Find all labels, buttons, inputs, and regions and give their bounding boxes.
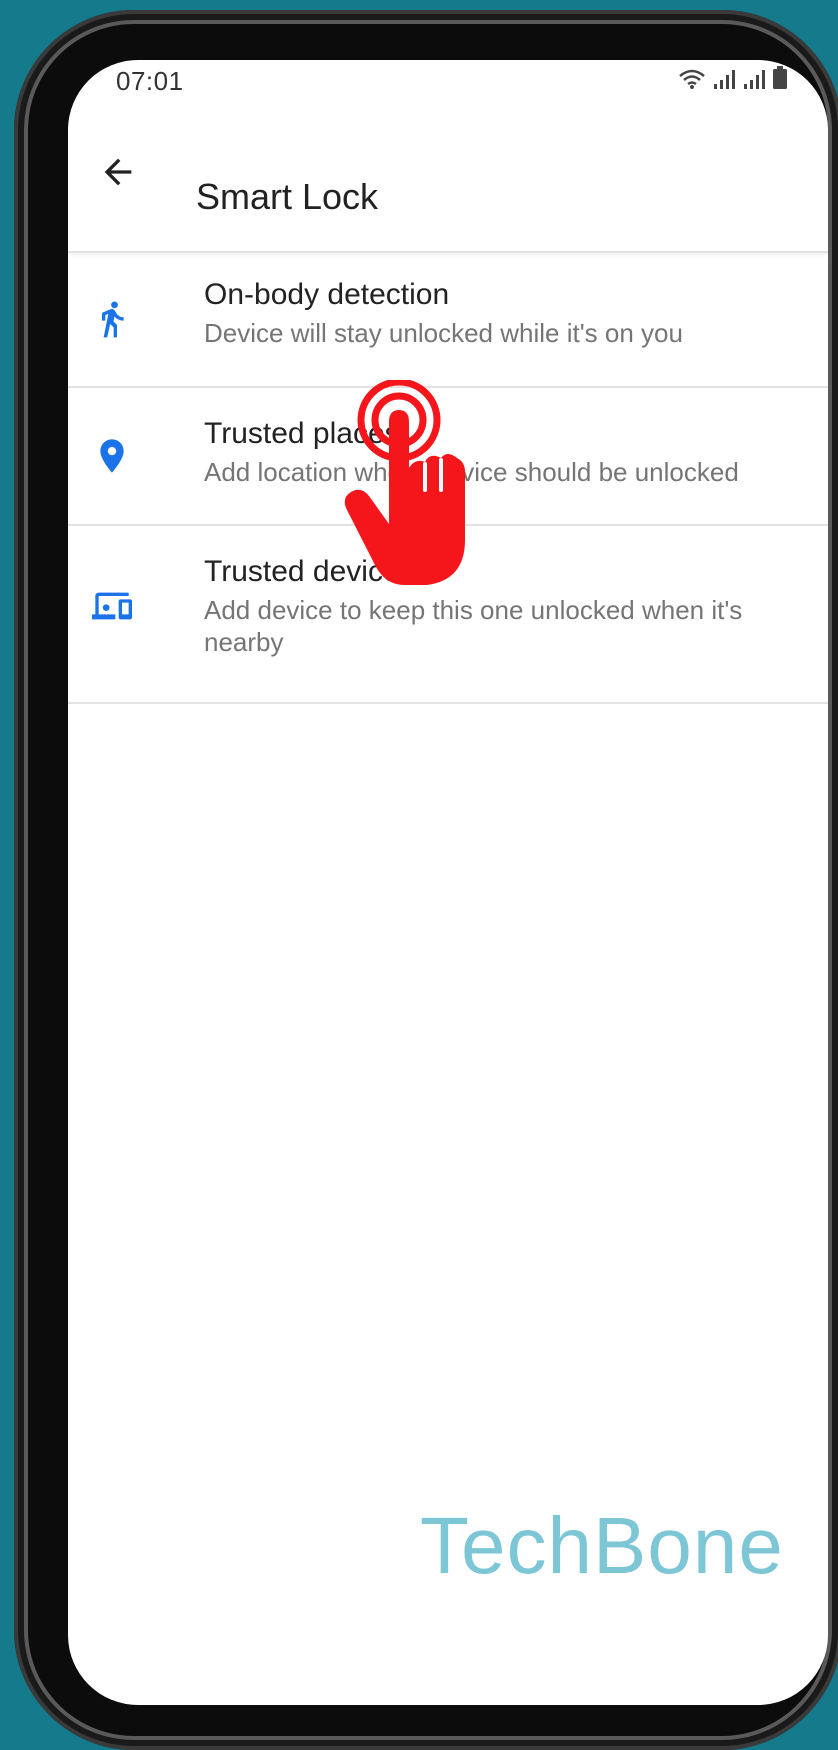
status-icons — [678, 66, 788, 90]
wifi-icon — [679, 69, 705, 89]
list-item-subtitle: Device will stay unlocked while it's on … — [204, 318, 683, 348]
devices-icon — [88, 582, 136, 630]
signal-icon — [714, 70, 735, 89]
signal-icon — [744, 70, 765, 89]
status-time: 07:01 — [116, 66, 184, 96]
app-bar: Smart Lock — [68, 108, 828, 253]
arrow-back-icon — [104, 158, 132, 186]
list-item-title: Trusted devices — [204, 555, 415, 588]
location-pin-icon — [88, 432, 136, 480]
list-item-text: Trusted places Add location where device… — [204, 416, 808, 488]
back-button[interactable] — [92, 146, 144, 198]
screen: 07:01 Smart Lock On-body detection Devic… — [68, 60, 828, 1705]
list-item-title: On-body detection — [204, 278, 450, 311]
watermark-logo: TechBone — [420, 1501, 784, 1590]
tap-hand-icon — [344, 380, 465, 585]
list-item-text: Trusted devices Add device to keep this … — [204, 554, 808, 658]
walking-person-icon — [88, 295, 136, 343]
phone-frame: 07:01 Smart Lock On-body detection Devic… — [14, 10, 838, 1750]
list-item-on-body-detection[interactable]: On-body detection Device will stay unloc… — [68, 251, 828, 388]
list-item-subtitle: Add device to keep this one unlocked whe… — [204, 595, 743, 657]
list-item-subtitle: Add location where device should be unlo… — [204, 457, 739, 487]
battery-icon — [773, 66, 787, 89]
list-item-title: Trusted places — [204, 417, 400, 450]
list-item-text: On-body detection Device will stay unloc… — [204, 277, 808, 349]
status-bar: 07:01 — [68, 60, 828, 108]
page-title: Smart Lock — [196, 176, 379, 217]
